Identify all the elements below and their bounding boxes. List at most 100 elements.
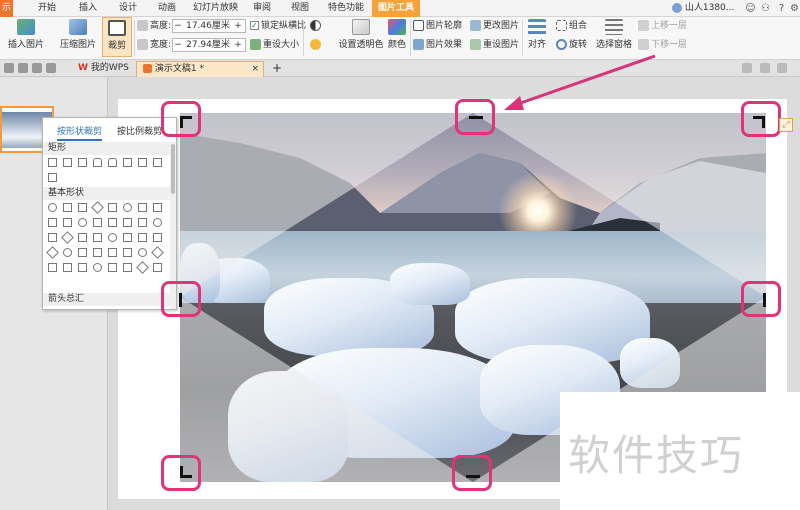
lightbulb-icon[interactable] xyxy=(777,63,787,73)
shape-option[interactable] xyxy=(108,218,117,227)
shape-option[interactable] xyxy=(63,263,72,272)
shape-option[interactable] xyxy=(138,203,147,212)
shape-option[interactable] xyxy=(78,203,87,212)
shape-option[interactable] xyxy=(48,203,57,212)
tab-ratio-crop[interactable]: 按比例裁剪 xyxy=(117,124,162,137)
tab-shape-crop[interactable]: 按形状裁剪 xyxy=(57,124,103,141)
shirt-icon[interactable]: ⚇ xyxy=(760,3,771,14)
width-increase-button[interactable]: + xyxy=(233,39,243,51)
tab-animation[interactable]: 动画 xyxy=(158,0,176,17)
shape-option[interactable] xyxy=(93,218,102,227)
shape-option[interactable] xyxy=(123,158,132,167)
align-button[interactable]: 对齐 xyxy=(526,17,548,50)
tab-picture-tools[interactable]: 图片工具 xyxy=(372,0,421,17)
shape-option[interactable] xyxy=(108,248,117,257)
tab-view[interactable]: 视图 xyxy=(291,0,309,17)
shape-option[interactable] xyxy=(136,261,149,274)
undo-icon[interactable] xyxy=(32,63,42,73)
height-increase-button[interactable]: + xyxy=(233,20,243,32)
file-menu[interactable]: 示 xyxy=(0,0,14,17)
help-icon[interactable]: ? xyxy=(776,3,787,14)
reset-size-button[interactable]: 重设大小 xyxy=(250,38,299,52)
shape-option[interactable] xyxy=(61,231,74,244)
close-tab-icon[interactable]: × xyxy=(251,62,259,77)
shape-option[interactable] xyxy=(153,263,162,272)
group-button[interactable]: 组合 xyxy=(556,19,587,33)
tab-review[interactable]: 审阅 xyxy=(253,0,271,17)
settings-icon[interactable]: ⚙ xyxy=(789,3,800,14)
crop-handle-bottom[interactable] xyxy=(452,455,492,491)
shape-option[interactable] xyxy=(108,263,117,272)
skin-icon[interactable]: ☺ xyxy=(745,3,756,14)
height-spinner[interactable]: −17.46厘米 + xyxy=(172,19,246,33)
shape-option[interactable] xyxy=(123,233,132,242)
shape-option[interactable] xyxy=(93,248,102,257)
contrast-button[interactable] xyxy=(310,19,323,33)
shape-option[interactable] xyxy=(138,218,147,227)
shape-option[interactable] xyxy=(63,158,72,167)
shape-option[interactable] xyxy=(151,246,164,259)
new-tab-button[interactable]: + xyxy=(266,61,288,77)
shape-option[interactable] xyxy=(153,203,162,212)
scrollbar-thumb[interactable] xyxy=(171,144,175,194)
shape-option[interactable] xyxy=(48,233,57,242)
shape-option[interactable] xyxy=(78,248,87,257)
shape-option[interactable] xyxy=(153,233,162,242)
tab-slideshow[interactable]: 幻灯片放映 xyxy=(193,0,238,17)
shape-option[interactable] xyxy=(78,233,87,242)
selection-pane-button[interactable]: 选择窗格 xyxy=(594,17,634,50)
width-decrease-button[interactable]: − xyxy=(173,39,183,51)
shape-option[interactable] xyxy=(138,248,147,257)
crop-handle-left[interactable] xyxy=(161,281,201,317)
change-picture-button[interactable]: 更改图片 xyxy=(470,19,519,33)
shape-option[interactable] xyxy=(93,233,102,242)
crop-button[interactable]: 裁剪 xyxy=(102,17,132,57)
shape-option[interactable] xyxy=(123,263,132,272)
crop-handle-top[interactable] xyxy=(455,99,495,135)
shape-option[interactable] xyxy=(108,233,117,242)
shape-option[interactable] xyxy=(63,248,72,257)
shape-option[interactable] xyxy=(78,263,87,272)
layout-options-icon[interactable]: ⤢ xyxy=(779,118,793,132)
shape-option[interactable] xyxy=(76,216,89,229)
tab-my-wps[interactable]: W 我的WPS xyxy=(72,61,135,77)
color-button[interactable]: 颜色 xyxy=(386,17,408,50)
shape-option[interactable] xyxy=(93,263,102,272)
pin-icon[interactable] xyxy=(742,63,752,73)
shape-option[interactable] xyxy=(93,158,102,167)
shape-option[interactable] xyxy=(46,246,59,259)
height-decrease-button[interactable]: − xyxy=(173,20,183,32)
picture-outline-button[interactable]: 图片轮廓 xyxy=(413,19,462,33)
tab-insert[interactable]: 插入 xyxy=(79,0,97,17)
shape-option[interactable] xyxy=(123,218,132,227)
tab-design[interactable]: 设计 xyxy=(119,0,137,17)
set-transparent-button[interactable]: 设置透明色 xyxy=(338,17,384,50)
shape-option[interactable] xyxy=(48,158,57,167)
shape-option[interactable] xyxy=(63,218,72,227)
shape-option[interactable] xyxy=(153,158,162,167)
height-input[interactable]: 17.46厘米 xyxy=(183,20,233,32)
crop-handle-top-right[interactable] xyxy=(741,101,781,137)
save-icon[interactable] xyxy=(18,63,28,73)
shape-option[interactable] xyxy=(78,158,87,167)
shape-option[interactable] xyxy=(91,201,104,214)
shape-option[interactable] xyxy=(108,158,117,167)
crop-handle-top-left[interactable] xyxy=(161,101,201,137)
shape-option[interactable] xyxy=(48,263,57,272)
shape-option[interactable] xyxy=(138,233,147,242)
tab-special[interactable]: 特色功能 xyxy=(328,0,364,17)
brightness-button[interactable] xyxy=(310,38,323,52)
lock-aspect-checkbox[interactable]: 锁定纵横比 xyxy=(250,19,306,33)
account-name[interactable]: 山人1380... xyxy=(672,1,734,16)
shape-option[interactable] xyxy=(138,158,147,167)
compress-picture-button[interactable]: 压缩图片 xyxy=(58,17,98,50)
insert-picture-button[interactable]: 插入图片 xyxy=(6,17,46,50)
skin-switch-icon[interactable] xyxy=(760,63,770,73)
tab-presentation1[interactable]: 演示文稿1 * × xyxy=(136,61,264,77)
picture-effect-button[interactable]: 图片效果 xyxy=(413,38,462,52)
width-input[interactable]: 27.94厘米 xyxy=(183,39,233,51)
shape-option[interactable] xyxy=(48,218,57,227)
shape-option[interactable] xyxy=(123,248,132,257)
shape-option[interactable] xyxy=(108,203,117,212)
tab-home[interactable]: 开始 xyxy=(38,0,56,17)
